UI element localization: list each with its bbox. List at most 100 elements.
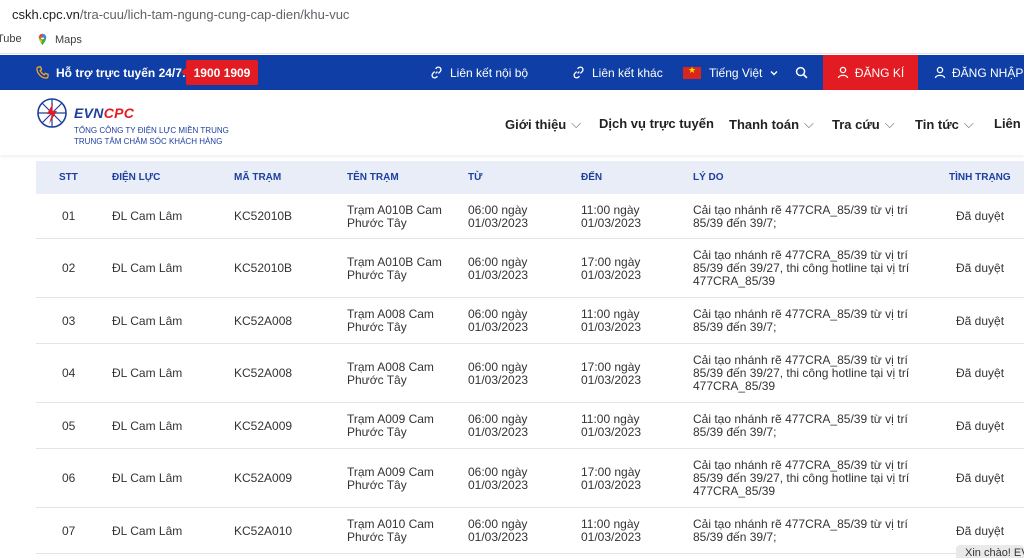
maps-icon <box>38 33 47 46</box>
cell-den: 11:00 ngày 01/03/2023 <box>581 517 642 544</box>
table-row: 07 ĐL Cam Lâm KC52A010 Trạm A010 Cam Phước … <box>36 508 1024 554</box>
phone-icon <box>36 66 49 79</box>
cell-ten-tram: Trạm A009 Cam Phước Tây <box>347 412 434 439</box>
chevron-down-icon: ⌵ <box>571 116 582 131</box>
chevron-down-icon: ⌵ <box>804 116 814 131</box>
cell-dien-luc: ĐL Cam Lâm <box>112 209 183 223</box>
cell-ly-do: Cải tạo nhánh rẽ 477CRA_85/39 từ vị trí … <box>693 307 908 334</box>
cell-tu: 06:00 ngày 01/03/2023 <box>468 517 529 544</box>
bookmarks-bar: Tube Maps <box>0 27 1024 54</box>
hotline-badge[interactable]: 1900 1909 <box>181 60 258 85</box>
logo-subtitle-company: TỔNG CÔNG TY ĐIỆN LỰC MIỀN TRUNG <box>74 126 229 135</box>
external-links-menu[interactable]: Liên kết khác <box>572 55 663 90</box>
cell-ma-tram: KC52010B <box>234 261 293 275</box>
chevron-down-icon: ⌵ <box>884 116 895 131</box>
cell-stt: 02 <box>62 261 76 275</box>
support-label: Hỗ trợ trực tuyến 24/7: <box>36 55 186 90</box>
nav-tin-tuc[interactable]: Tin tức ⌵ <box>915 116 974 132</box>
cell-stt: 06 <box>62 471 76 485</box>
bookmark-maps[interactable]: Maps <box>36 33 82 46</box>
cell-den: 11:00 ngày 01/03/2023 <box>581 203 642 230</box>
cell-stt: 01 <box>62 209 76 223</box>
main-header: EVNCPC TỔNG CÔNG TY ĐIỆN LỰC MIỀN TRUNG … <box>0 90 1024 155</box>
link-icon <box>573 66 584 79</box>
cell-tinh-trang: Đã duyệt <box>956 209 1005 223</box>
cell-tu: 06:00 ngày 01/03/2023 <box>468 465 529 492</box>
cell-ma-tram: KC52A009 <box>234 471 293 485</box>
cell-dien-luc: ĐL Cam Lâm <box>112 471 183 485</box>
column-header-tu: TỪ <box>468 172 483 183</box>
cell-tu: 06:00 ngày 01/03/2023 <box>468 360 529 387</box>
table-row: 05 ĐL Cam Lâm KC52A009 Trạm A009 Cam Phước … <box>36 403 1024 449</box>
column-header-tinh-trang: TÌNH TRẠNG <box>949 172 1011 183</box>
cell-tinh-trang: Đã duyệt <box>956 261 1005 275</box>
table-row: 01 ĐL Cam Lâm KC52010B Trạm A010B Cam Phước… <box>36 194 1024 239</box>
nav-lien-he[interactable]: Liên l <box>994 116 1024 131</box>
cell-ly-do: Cải tạo nhánh rẽ 477CRA_85/39 từ vị trí … <box>693 353 910 393</box>
column-header-dien-luc: ĐIỆN LỰC <box>112 172 161 183</box>
cell-ma-tram: KC52A008 <box>234 366 293 380</box>
vietnam-flag-icon <box>683 65 701 79</box>
search-button[interactable] <box>795 55 815 90</box>
register-button[interactable]: ĐĂNG KÍ <box>823 55 918 90</box>
cell-ten-tram: Trạm A008 Cam Phước Tây <box>347 307 434 334</box>
cell-tinh-trang: Đã duyệt <box>956 314 1005 328</box>
cell-ly-do: Cải tạo nhánh rẽ 477CRA_85/39 từ vị trí … <box>693 458 910 498</box>
table-row: 06 ĐL Cam Lâm KC52A009 Trạm A009 Cam Phước … <box>36 449 1024 508</box>
cell-ly-do: Cải tạo nhánh rẽ 477CRA_85/39 từ vị trí … <box>693 517 908 544</box>
table-row: 02 ĐL Cam Lâm KC52010B Trạm A010B Cam Phước… <box>36 239 1024 298</box>
cell-ten-tram: Trạm A008 Cam Phước Tây <box>347 360 434 387</box>
cell-tu: 06:00 ngày 01/03/2023 <box>468 255 529 282</box>
nav-gioi-thieu[interactable]: Giới thiệu ⌵ <box>505 116 581 132</box>
chevron-down-icon: ⌵ <box>963 116 974 131</box>
cell-ly-do: Cải tạo nhánh rẽ 477CRA_85/39 từ vị trí … <box>693 412 908 439</box>
cell-tinh-trang: Đã duyệt <box>956 471 1005 485</box>
cell-ma-tram: KC52A008 <box>234 314 293 328</box>
cell-ten-tram: Trạm A009 Cam Phước Tây <box>347 465 434 492</box>
user-icon <box>837 66 848 79</box>
cell-den: 17:00 ngày 01/03/2023 <box>581 465 642 492</box>
bookmark-youtube[interactable]: Tube <box>0 33 22 45</box>
cell-den: 17:00 ngày 01/03/2023 <box>581 360 642 387</box>
column-header-ma-tram: MÃ TRẠM <box>234 172 282 183</box>
logo-subtitle-center: TRUNG TÂM CHĂM SÓC KHÁCH HÀNG <box>74 137 223 146</box>
cell-ma-tram: KC52010B <box>234 209 293 223</box>
url-text[interactable]: cskh.cpc.vn/tra-cuu/lich-tam-ngung-cung-… <box>12 7 349 22</box>
cell-tu: 06:00 ngày 01/03/2023 <box>468 307 529 334</box>
internal-links-menu[interactable]: Liên kết nội bộ <box>430 55 528 90</box>
login-button[interactable]: ĐĂNG NHẬP <box>918 55 1024 90</box>
cell-stt: 05 <box>62 419 76 433</box>
cell-tinh-trang: Đã duyệt <box>956 524 1005 538</box>
search-icon <box>795 66 808 79</box>
cell-tu: 06:00 ngày 01/03/2023 <box>468 203 529 230</box>
logo-wordmark[interactable]: EVNCPC <box>74 105 134 121</box>
language-selector[interactable]: Tiếng Việt <box>683 55 779 90</box>
table-row: 03 ĐL Cam Lâm KC52A008 Trạm A008 Cam Phước … <box>36 298 1024 344</box>
chevron-down-icon <box>770 70 778 75</box>
cell-dien-luc: ĐL Cam Lâm <box>112 419 183 433</box>
nav-tra-cuu[interactable]: Tra cứu ⌵ <box>832 116 895 132</box>
cell-ly-do: Cải tạo nhánh rẽ 477CRA_85/39 từ vị trí … <box>693 203 908 230</box>
cell-tinh-trang: Đã duyệt <box>956 419 1005 433</box>
cell-ten-tram: Trạm A010B Cam Phước Tây <box>347 203 442 230</box>
cell-stt: 07 <box>62 524 76 538</box>
cell-den: 11:00 ngày 01/03/2023 <box>581 307 642 334</box>
cell-dien-luc: ĐL Cam Lâm <box>112 524 183 538</box>
column-header-stt: STT <box>59 172 78 183</box>
table-row: 04 ĐL Cam Lâm KC52A008 Trạm A008 Cam Phước … <box>36 344 1024 403</box>
chat-widget-tab[interactable]: Xin chào! EV <box>956 545 1024 558</box>
cell-dien-luc: ĐL Cam Lâm <box>112 366 183 380</box>
cell-dien-luc: ĐL Cam Lâm <box>112 314 183 328</box>
cell-ma-tram: KC52A009 <box>234 419 293 433</box>
cell-ten-tram: Trạm A010 Cam Phước Tây <box>347 517 434 544</box>
cell-den: 11:00 ngày 01/03/2023 <box>581 412 642 439</box>
cell-dien-luc: ĐL Cam Lâm <box>112 261 183 275</box>
cell-ly-do: Cải tạo nhánh rẽ 477CRA_85/39 từ vị trí … <box>693 248 910 288</box>
nav-dich-vu-truc-tuyen[interactable]: Dịch vụ trực tuyến <box>599 116 714 131</box>
cell-ten-tram: Trạm A010B Cam Phước Tây <box>347 255 442 282</box>
cell-stt: 04 <box>62 366 76 380</box>
evn-logo-icon[interactable] <box>36 97 68 129</box>
address-bar[interactable]: cskh.cpc.vn/tra-cuu/lich-tam-ngung-cung-… <box>0 0 1024 27</box>
nav-thanh-toan[interactable]: Thanh toán ⌵ <box>729 116 814 132</box>
link-icon <box>431 66 442 79</box>
